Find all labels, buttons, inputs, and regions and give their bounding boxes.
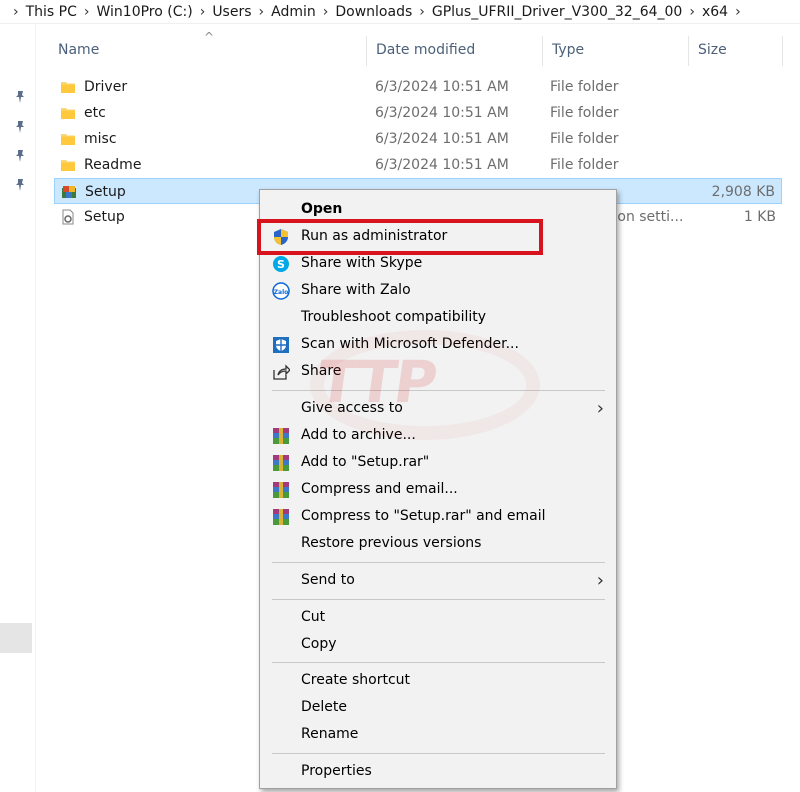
winrar-icon <box>273 455 289 471</box>
file-name: Driver <box>84 79 128 95</box>
menu-item-delete[interactable]: Delete <box>260 694 616 721</box>
setup-exe-icon <box>62 186 76 198</box>
menu-item-add-to-setup-rar[interactable]: Add to "Setup.rar" <box>260 449 616 476</box>
folder-icon <box>61 134 75 145</box>
chevron-right-icon[interactable]: › <box>13 4 19 20</box>
svg-text:S: S <box>277 258 285 271</box>
column-header-size[interactable]: Size <box>688 34 782 66</box>
file-row[interactable]: misc 6/3/2024 10:51 AM File folder <box>54 126 782 152</box>
menu-item-compress-setup-rar-email[interactable]: Compress to "Setup.rar" and email <box>260 503 616 530</box>
settings-file-icon <box>62 209 74 225</box>
menu-separator <box>272 753 605 754</box>
breadcrumb-item-x64[interactable]: x64 <box>702 4 728 20</box>
chevron-right-icon[interactable]: › <box>735 4 741 20</box>
chevron-right-icon: › <box>596 398 604 419</box>
file-row[interactable]: Readme 6/3/2024 10:51 AM File folder <box>54 152 782 178</box>
pin-icon[interactable] <box>14 178 26 192</box>
file-date: 6/3/2024 10:51 AM <box>375 157 509 173</box>
column-header-name[interactable]: Name <box>48 34 366 66</box>
column-divider[interactable] <box>782 36 783 66</box>
chevron-right-icon[interactable]: › <box>689 4 695 20</box>
chevron-right-icon[interactable]: › <box>323 4 329 20</box>
navigation-pane <box>0 24 36 792</box>
file-date: 6/3/2024 10:51 AM <box>375 105 509 121</box>
menu-separator <box>272 562 605 563</box>
file-size: 2,908 KB <box>711 184 775 200</box>
winrar-icon <box>273 428 289 444</box>
breadcrumb-item-drive[interactable]: Win10Pro (C:) <box>97 4 193 20</box>
nav-selected-item[interactable] <box>0 623 32 653</box>
breadcrumb-item-downloads[interactable]: Downloads <box>335 4 412 20</box>
context-menu: Open Run as administrator S Share with S… <box>259 189 617 789</box>
chevron-right-icon[interactable]: › <box>259 4 265 20</box>
folder-icon <box>61 108 75 119</box>
file-type: File folder <box>550 79 619 95</box>
chevron-right-icon[interactable]: › <box>419 4 425 20</box>
file-date: 6/3/2024 10:51 AM <box>375 79 509 95</box>
pin-icon[interactable] <box>14 90 26 104</box>
file-row[interactable]: Driver 6/3/2024 10:51 AM File folder <box>54 74 782 100</box>
file-name: etc <box>84 105 106 121</box>
menu-item-label: Troubleshoot compatibility <box>301 309 487 325</box>
file-row[interactable]: etc 6/3/2024 10:51 AM File folder <box>54 100 782 126</box>
menu-item-compress-email[interactable]: Compress and email... <box>260 476 616 503</box>
pin-icon[interactable] <box>14 120 26 134</box>
svg-text:Zalo: Zalo <box>274 289 289 296</box>
menu-item-label: Compress to "Setup.rar" and email <box>301 508 546 524</box>
menu-item-properties[interactable]: Properties <box>260 758 616 785</box>
file-date: 6/3/2024 10:51 AM <box>375 131 509 147</box>
breadcrumb-item-users[interactable]: Users <box>212 4 251 20</box>
menu-item-create-shortcut[interactable]: Create shortcut <box>260 667 616 694</box>
winrar-icon <box>273 509 289 525</box>
menu-item-label: Cut <box>301 609 326 625</box>
pin-icon[interactable] <box>14 149 26 163</box>
menu-item-label: Rename <box>301 726 359 742</box>
file-name: Readme <box>84 157 142 173</box>
menu-item-share-zalo[interactable]: Zalo Share with Zalo <box>260 277 616 304</box>
watermark-logo: TTP <box>313 348 440 416</box>
file-type: File folder <box>550 105 619 121</box>
menu-item-label: Create shortcut <box>301 672 411 688</box>
share-icon <box>273 364 290 380</box>
chevron-right-icon: › <box>596 570 604 591</box>
menu-item-restore-versions[interactable]: Restore previous versions <box>260 530 616 557</box>
menu-item-label: Properties <box>301 763 372 779</box>
file-type: File folder <box>550 157 619 173</box>
menu-item-label: Delete <box>301 699 347 715</box>
menu-item-label: Copy <box>301 636 337 652</box>
menu-item-label: Add to "Setup.rar" <box>301 454 430 470</box>
menu-item-rename[interactable]: Rename <box>260 721 616 748</box>
menu-item-label: Share with Zalo <box>301 282 411 298</box>
breadcrumb-item-admin[interactable]: Admin <box>271 4 316 20</box>
breadcrumb: › This PC › Win10Pro (C:) › Users › Admi… <box>0 0 800 24</box>
menu-item-copy[interactable]: Copy <box>260 631 616 658</box>
column-header-date[interactable]: Date modified <box>366 34 542 66</box>
menu-separator <box>272 599 605 600</box>
highlight-annotation <box>257 219 543 255</box>
breadcrumb-item-this-pc[interactable]: This PC <box>26 4 77 20</box>
winrar-icon <box>273 482 289 498</box>
menu-item-send-to[interactable]: Send to › <box>260 567 616 594</box>
menu-item-label: Compress and email... <box>301 481 458 497</box>
menu-item-troubleshoot[interactable]: Troubleshoot compatibility <box>260 304 616 331</box>
file-type: File folder <box>550 131 619 147</box>
menu-item-label: Send to <box>301 572 355 588</box>
file-size: 1 KB <box>743 209 776 225</box>
column-headers: ^ Name Date modified Type Size <box>48 30 788 66</box>
chevron-right-icon[interactable]: › <box>200 4 206 20</box>
skype-icon: S <box>273 256 289 272</box>
menu-item-cut[interactable]: Cut <box>260 604 616 631</box>
zalo-icon: Zalo <box>272 282 290 300</box>
column-header-type[interactable]: Type <box>542 34 688 66</box>
breadcrumb-item-driver-folder[interactable]: GPlus_UFRII_Driver_V300_32_64_00 <box>432 4 682 20</box>
menu-separator <box>272 662 605 663</box>
file-name: misc <box>84 131 117 147</box>
menu-item-label: Restore previous versions <box>301 535 482 551</box>
chevron-right-icon[interactable]: › <box>84 4 90 20</box>
folder-icon <box>61 82 75 93</box>
defender-icon <box>273 337 289 353</box>
folder-icon <box>61 160 75 171</box>
